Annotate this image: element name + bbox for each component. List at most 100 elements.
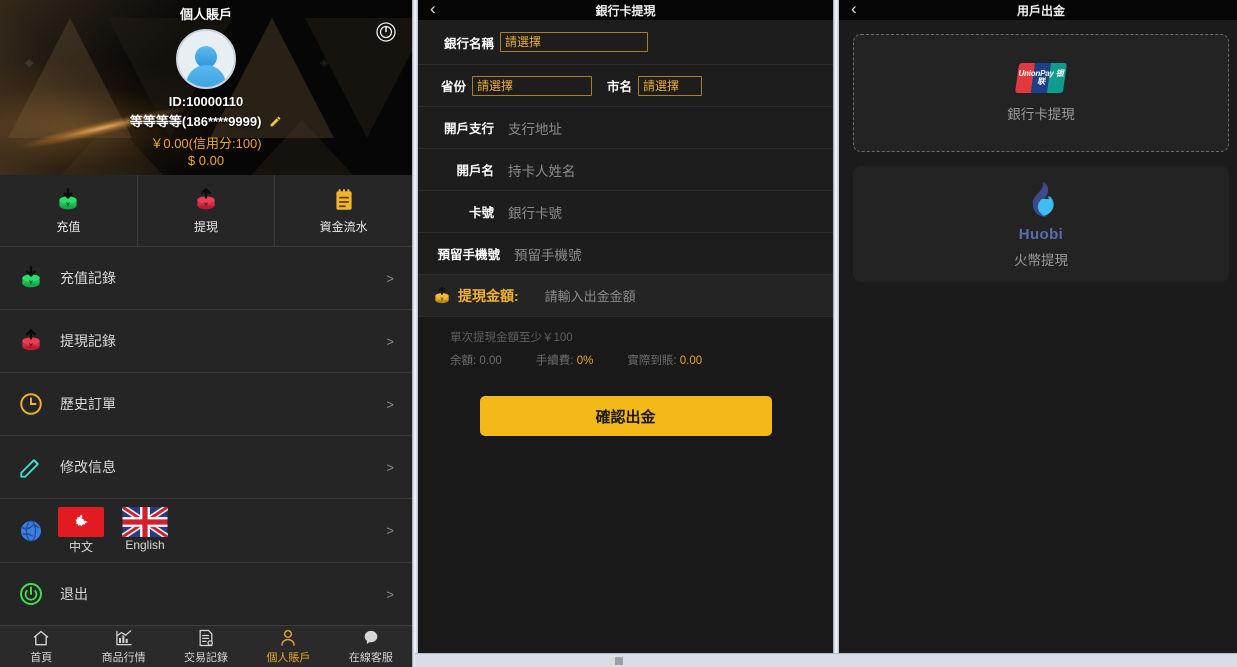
language-option-zh[interactable]: 中文 [58, 506, 104, 555]
holder-label: 開戶名 [456, 164, 494, 178]
menu-item-withdraw-records[interactable]: ¥ 提現記錄 > [0, 310, 412, 373]
form-row-region: 省份 請選擇 市名 請選擇 [418, 65, 833, 107]
city-label: 市名 [606, 80, 632, 94]
withdraw-icon: ¥ [14, 328, 48, 354]
person-icon [281, 629, 296, 646]
quick-action-ledger[interactable]: 資金流水 [274, 175, 412, 246]
bank-panel-header: ‹ 銀行卡提現 [418, 0, 833, 20]
bottom-tabbar: 首頁 商品行情 交易記錄 個人賬戶 在線客服 [0, 625, 412, 667]
ledger-icon [336, 188, 352, 210]
tab-support[interactable]: 在線客服 [330, 628, 412, 665]
tab-label: 首頁 [30, 652, 53, 664]
menu-item-label: 提現記錄 [60, 333, 116, 349]
deposit-icon: ¥ [59, 187, 77, 209]
chevron-right-icon: > [386, 586, 394, 602]
card-label: 卡號 [468, 206, 494, 220]
menu-item-history-orders[interactable]: 歷史訂單 > [0, 373, 412, 436]
language-options: 中文 English [58, 506, 168, 555]
stat-value: 0.00 [479, 355, 502, 367]
bg-watermark-right: ◈ [320, 57, 331, 69]
tab-account[interactable]: 個人賬戶 [247, 628, 329, 665]
menu-item-language[interactable]: 中文 English > [0, 499, 412, 563]
stat-key: 手續費: [535, 355, 574, 367]
svg-text:¥: ¥ [66, 200, 70, 208]
province-label: 省份 [440, 80, 466, 94]
account-panel: ◆ ◈ 個人賬戶 ID:10000110 等等等等(186****9999) ￥… [0, 0, 412, 667]
deposit-icon: ¥ [14, 265, 48, 291]
svg-text:¥: ¥ [440, 297, 443, 303]
hk-flag-icon [58, 506, 104, 537]
phone-input[interactable]: 預留手機號 [514, 244, 582, 264]
huobi-logo [1032, 181, 1054, 217]
user-name-row: 等等等等(186****9999) [0, 111, 412, 130]
unionpay-logo: UnionPay 银联 [1014, 63, 1068, 93]
amount-input[interactable]: 請輸入出金金額 [545, 286, 636, 305]
stat-value: 0.00 [679, 355, 703, 367]
branch-input[interactable]: 支行地址 [508, 118, 562, 138]
chevron-right-icon: > [386, 270, 394, 286]
home-icon [33, 630, 49, 646]
account-menu: ¥ 充值記錄 > ¥ 提現記錄 > 歷史訂單 > 修改信息 > 中文 Engli… [0, 247, 412, 626]
quick-action-label: 充值 [56, 219, 81, 234]
support-icon [364, 630, 378, 644]
tab-market[interactable]: 商品行情 [82, 628, 164, 665]
province-select[interactable]: 請選擇 [472, 75, 592, 96]
holder-input[interactable]: 持卡人姓名 [508, 160, 576, 180]
bank-name-select[interactable]: 請選擇 [500, 32, 648, 52]
city-select[interactable]: 請選擇 [638, 75, 702, 96]
avatar[interactable] [176, 29, 236, 89]
tab-home[interactable]: 首頁 [0, 628, 82, 665]
unionpay-logo-text: UnionPay 银联 [1018, 68, 1064, 86]
withdraw-icon: ¥ [197, 187, 215, 209]
tab-label: 在線客服 [348, 652, 393, 664]
tab-label: 個人賬戶 [266, 652, 311, 664]
chart-icon [115, 630, 132, 646]
tab-label: 交易記錄 [184, 652, 229, 664]
menu-item-label: 退出 [60, 586, 88, 602]
card-input[interactable]: 銀行卡號 [508, 202, 562, 222]
page-title: 個人賬戶 [179, 7, 232, 22]
tab-records[interactable]: 交易記錄 [165, 628, 247, 665]
chevron-left-icon[interactable]: ‹ [430, 0, 436, 19]
pencil-icon[interactable] [269, 115, 282, 128]
menu-item-edit-info[interactable]: 修改信息 > [0, 436, 412, 499]
form-row-card: 卡號 銀行卡號 [418, 191, 833, 233]
account-header: ◆ ◈ 個人賬戶 ID:10000110 等等等等(186****9999) ￥… [0, 0, 412, 175]
confirm-withdraw-button[interactable]: 確認出金 [479, 396, 772, 436]
menu-item-logout[interactable]: 退出 > [0, 563, 412, 626]
uk-flag-icon [122, 506, 168, 537]
stat-fee: 手續費: 0% [536, 352, 594, 368]
stat-key: 余額: [450, 355, 477, 367]
power-icon[interactable] [374, 20, 398, 44]
quick-action-label: 資金流水 [319, 219, 368, 234]
method-card-label: 銀行卡提現 [1007, 107, 1075, 122]
quick-action-label: 提現 [194, 219, 219, 234]
chevron-left-icon[interactable]: ‹ [851, 0, 857, 19]
user-name: 等等等等(186****9999) [129, 114, 262, 129]
balance-usd: $ 0.00 [187, 153, 225, 168]
bg-watermark-left: ◆ [25, 57, 36, 69]
horizontal-scrollbar[interactable] [415, 653, 1237, 667]
branch-label: 開戶支行 [443, 122, 494, 136]
quick-action-withdraw[interactable]: ¥ 提現 [136, 175, 275, 246]
quick-action-deposit[interactable]: ¥ 充值 [0, 175, 137, 246]
menu-item-deposit-records[interactable]: ¥ 充值記錄 > [0, 247, 412, 310]
chevron-right-icon: > [386, 396, 394, 412]
bank-panel-title: 銀行卡提現 [595, 3, 656, 18]
method-card-bank[interactable]: UnionPay 银联 銀行卡提現 [853, 34, 1229, 152]
globe-icon [14, 518, 48, 544]
language-option-en[interactable]: English [122, 506, 168, 552]
quick-actions: ¥ 充值 ¥ 提現 資金流水 [0, 175, 412, 247]
clock-icon [14, 391, 48, 417]
min-amount-hint: 單次提現金額至少￥100 [450, 332, 573, 344]
method-card-huobi[interactable]: Huobi 火幣提現 [853, 166, 1229, 282]
svg-text:¥: ¥ [29, 342, 33, 350]
balance-cny: ￥0.00(信用分:100) [150, 136, 262, 151]
bank-name-label: 銀行名稱 [443, 36, 494, 51]
form-row-holder: 開戶名 持卡人姓名 [418, 149, 833, 191]
withdraw-stats: 余額: 0.00 手續費: 0% 實際到賬: 0.00 [418, 349, 833, 368]
methods-panel-header: ‹ 用戶出金 [839, 0, 1237, 20]
svg-text:¥: ¥ [29, 279, 33, 287]
scrollbar-thumb[interactable] [615, 657, 623, 665]
menu-item-label: 歷史訂單 [60, 396, 116, 412]
